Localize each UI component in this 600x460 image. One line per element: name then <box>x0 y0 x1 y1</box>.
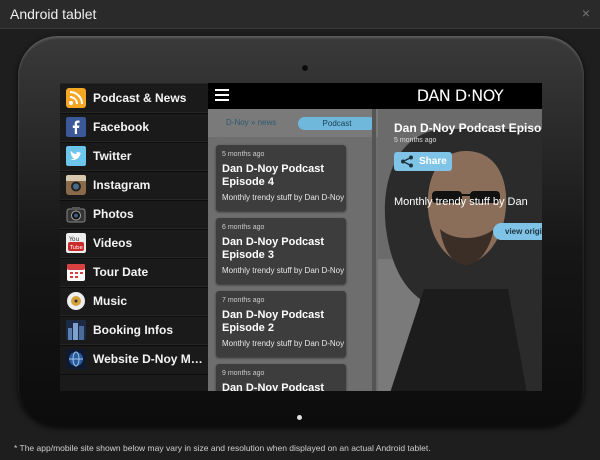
item-age: 9 months ago <box>222 370 265 377</box>
sidebar-item-tour-date[interactable]: Tour Date <box>60 257 208 288</box>
sidebar-item-label: Booking Infos <box>93 323 173 337</box>
twitter-icon <box>66 146 86 166</box>
item-age: 5 months ago <box>222 151 265 158</box>
item-age: 7 months ago <box>222 297 265 304</box>
sidebar-item-label: Photos <box>93 207 134 221</box>
svg-text:You: You <box>68 236 80 243</box>
hamburger-menu-icon[interactable] <box>215 89 229 101</box>
list-topbar <box>208 83 378 109</box>
share-label: Share <box>419 156 447 167</box>
filter-bar: D-Noy » news Podcast <box>208 109 378 137</box>
window-titlebar: Android tablet × <box>0 0 600 29</box>
facebook-icon <box>66 117 86 137</box>
rss-icon <box>66 88 86 108</box>
globe-icon <box>66 349 86 369</box>
sidebar-menu: Podcast & News Facebook Twitter Instagra… <box>60 83 208 391</box>
item-age: 6 months ago <box>222 224 265 231</box>
camera-icon <box>66 207 86 223</box>
podcast-filter-pill[interactable]: Podcast <box>298 117 376 130</box>
news-list-pane: D-Noy » news Podcast 5 months ago Dan D-… <box>208 83 378 391</box>
home-indicator <box>297 415 302 420</box>
list-scrollbar[interactable] <box>372 109 376 391</box>
detail-description: Monthly trendy stuff by Dan <box>394 196 528 208</box>
sidebar-item-label: Instagram <box>93 178 151 192</box>
tablet-screen: Podcast & News Facebook Twitter Instagra… <box>60 83 542 391</box>
item-description: Monthly trendy stuff by Dan D-Noy <box>222 193 345 202</box>
sidebar-item-label: Videos <box>93 236 133 250</box>
sidebar-item-label: Podcast & News <box>93 91 187 105</box>
item-description: Monthly trendy stuff by Dan D-Noy <box>222 266 345 275</box>
sidebar-item-website[interactable]: Website D-Noy Mu... <box>60 344 208 375</box>
list-item[interactable]: 7 months ago Dan D-Noy Podcast Episode 2… <box>216 291 346 357</box>
detail-pane: DAN D·NOY Dan D-Noy Podcast Episod 5 mon… <box>378 83 542 391</box>
sidebar-item-label: Facebook <box>93 120 150 134</box>
sidebar-item-booking-infos[interactable]: Booking Infos <box>60 315 208 346</box>
svg-text:Tube: Tube <box>69 245 84 251</box>
close-icon[interactable]: × <box>582 5 590 21</box>
sidebar-item-label: Twitter <box>93 149 132 163</box>
youtube-icon: You Tube <box>66 233 86 253</box>
sidebar-item-podcast-news[interactable]: Podcast & News <box>60 83 208 114</box>
sidebar-item-videos[interactable]: You Tube Videos <box>60 228 208 259</box>
breadcrumb[interactable]: D-Noy » news <box>226 118 276 127</box>
sidebar-item-label: Music <box>93 294 128 308</box>
item-description: Monthly trendy stuff by Dan D-Noy <box>222 339 345 348</box>
window-title: Android tablet <box>10 6 97 22</box>
detail-title: Dan D-Noy Podcast Episod <box>394 121 542 135</box>
brand-logo: DAN D·NOY <box>378 83 542 109</box>
share-button[interactable]: Share <box>394 152 452 171</box>
sidebar-item-photos[interactable]: Photos <box>60 199 208 230</box>
sidebar-item-label: Tour Date <box>93 265 149 279</box>
sidebar-item-music[interactable]: Music <box>60 286 208 317</box>
item-title: Dan D-Noy Podcast Episode 3 <box>222 236 325 261</box>
list-item[interactable]: 9 months ago Dan D-Noy Podcast <box>216 364 346 391</box>
share-icon <box>401 155 413 168</box>
item-title: Dan D-Noy Podcast Episode 4 <box>222 163 325 188</box>
footnote: * The app/mobile site shown below may va… <box>14 443 431 453</box>
vinyl-icon <box>67 292 85 310</box>
camera-icon <box>302 65 308 71</box>
item-title: Dan D-Noy Podcast Episode 2 <box>222 309 325 334</box>
list-item[interactable]: 6 months ago Dan D-Noy Podcast Episode 3… <box>216 218 346 284</box>
sidebar-item-twitter[interactable]: Twitter <box>60 141 208 172</box>
list-item[interactable]: 5 months ago Dan D-Noy Podcast Episode 4… <box>216 145 346 211</box>
sidebar-item-instagram[interactable]: Instagram <box>60 170 208 201</box>
sidebar-item-label: Website D-Noy Mu... <box>93 352 205 366</box>
calendar-icon <box>67 264 85 281</box>
detail-timestamp: 5 months ago <box>394 137 437 144</box>
instagram-icon <box>66 175 86 195</box>
item-title: Dan D-Noy Podcast <box>222 382 325 391</box>
view-original-button[interactable]: view origi <box>493 223 542 240</box>
building-icon <box>66 320 86 340</box>
sidebar-item-facebook[interactable]: Facebook <box>60 112 208 143</box>
